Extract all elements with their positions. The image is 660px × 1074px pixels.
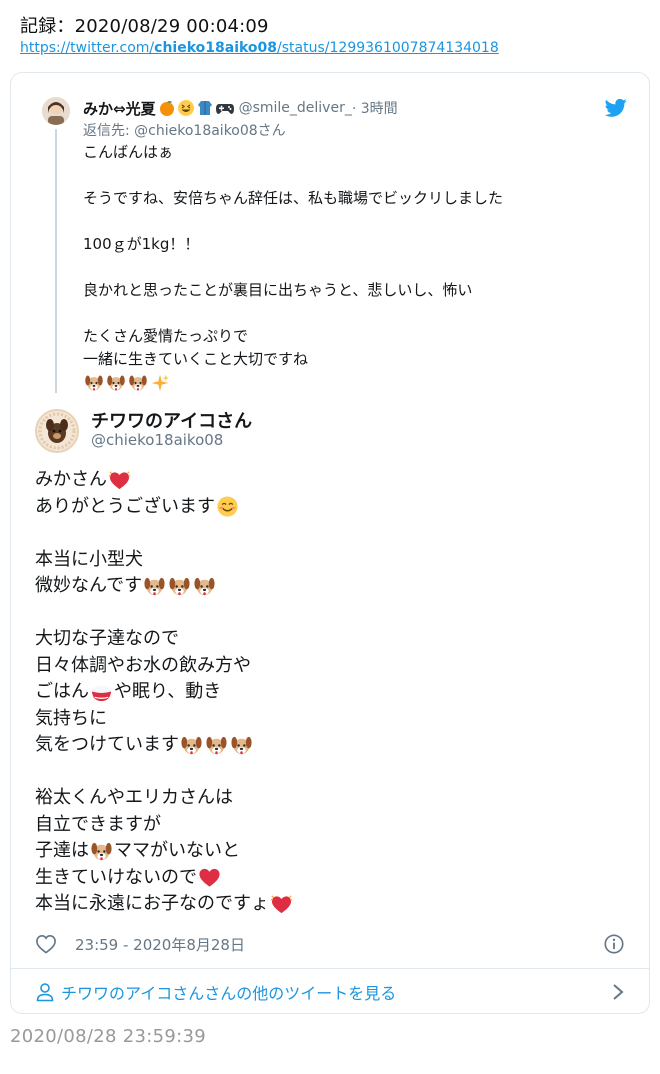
rice-bowl-emoji: [91, 685, 112, 701]
beating-heart-emoji: [270, 895, 293, 913]
line-text: 気持ちに: [35, 707, 107, 729]
dog-face-emoji: [231, 736, 252, 754]
line-text: 微妙なんです: [35, 575, 143, 596]
line-text: ありがとうございます: [35, 495, 215, 517]
dog-face-emoji: [107, 375, 125, 390]
embedded-tweet-card: みか⇔光夏 @smile_deliver_ · 3時間 返信先: @chieko…: [10, 72, 650, 1014]
info-icon[interactable]: [603, 933, 625, 955]
url-prefix: https://twitter.com/: [20, 40, 155, 56]
main-text-line: 生きていけないので: [35, 865, 635, 892]
card-divider: [11, 968, 649, 969]
dog-face-emoji: [91, 842, 112, 860]
main-avatar[interactable]: [35, 409, 79, 453]
line-text: 大切な子達なので: [35, 628, 179, 649]
twitter-bird-icon[interactable]: [605, 98, 627, 118]
beating-heart-emoji: [108, 471, 131, 489]
parent-text-line: こんばんはぁ: [83, 143, 174, 161]
record-label: 記録：2020/08/29 00:04:09: [20, 16, 269, 37]
game-controller-emoji: [215, 104, 234, 114]
parent-display-name[interactable]: みか⇔光夏: [83, 98, 156, 119]
parent-text-line: そうですね、安倍ちゃん辞任は、私も職場でビックリしました: [83, 189, 504, 207]
person-icon: [36, 983, 54, 1002]
dog-face-emoji: [169, 577, 190, 595]
parent-text-line: 良かれと思ったことが裏目に出ちゃうと、悲しいし、怖い: [83, 281, 473, 299]
main-text-line: 自立できますが: [35, 812, 635, 839]
parent-handle[interactable]: @smile_deliver_: [239, 100, 352, 116]
parent-avatar[interactable]: [42, 97, 70, 125]
dog-face-emoji: [206, 736, 227, 754]
parent-text-line: たくさん愛情たっぷりで: [83, 327, 249, 345]
red-heart-emoji: [199, 869, 220, 887]
dog-face-emoji: [194, 577, 215, 595]
url-suffix: /status/1299361007874134018: [277, 40, 499, 56]
line-text: 子達は: [35, 840, 89, 861]
main-text-line: 子達は ママがいないと: [35, 838, 635, 865]
footer-timestamp: 2020/08/28 23:59:39: [10, 1026, 207, 1047]
main-text-line: みかさん: [35, 467, 635, 494]
line-text: 気をつけています: [35, 734, 179, 755]
grinning-emoji: [177, 100, 194, 116]
orange-emoji: [159, 101, 174, 116]
sparkles-emoji: [151, 374, 170, 391]
url-user: chieko18aiko08: [154, 40, 278, 56]
parent-name-emojis: [158, 99, 235, 117]
main-handle[interactable]: @chieko18aiko08: [91, 431, 223, 449]
main-text-line: ありがとうございます: [35, 494, 635, 521]
reply-to-label[interactable]: 返信先: @chieko18aiko08さん: [83, 120, 286, 140]
dog-face-emoji: [85, 375, 103, 390]
main-text-line: 裕太くんやエリカさんは: [35, 785, 635, 812]
chevron-right-icon: [613, 984, 624, 1000]
line-text-after: や眠り、動き: [114, 681, 222, 702]
main-text-line: 気をつけています: [35, 732, 635, 759]
parent-emoji-line: [83, 371, 603, 394]
thread-line: [55, 129, 57, 393]
main-text-line: 本当に永遠にお子なのですょ: [35, 891, 635, 918]
parent-text-line: 一緒に生きていくこと大切ですね: [83, 350, 309, 368]
main-text-line: 大切な子達なので: [35, 626, 635, 653]
line-text: 生きていけないので: [35, 866, 197, 888]
parent-tweet-text: こんばんはぁそうですね、安倍ちゃん辞任は、私も職場でビックリしました 100ｇが1…: [83, 141, 603, 394]
jacket-emoji: [197, 101, 212, 115]
tweet-meta-row: 23:59 - 2020年8月28日: [35, 929, 627, 959]
more-tweets-label: チワワのアイコさんさんの他のツイートを見る: [61, 984, 397, 1003]
line-text: 本当に永遠にお子なのですょ: [35, 893, 269, 914]
tweet-url-link[interactable]: https://twitter.com/chieko18aiko08/statu…: [20, 40, 499, 56]
main-text-line: 本当に小型犬: [35, 547, 635, 574]
dog-face-emoji: [129, 375, 147, 390]
line-text: 裕太くんやエリカさんは: [35, 787, 233, 808]
more-tweets-link[interactable]: チワワのアイコさんさんの他のツイートを見る: [35, 977, 627, 1007]
main-text-line: 微妙なんです: [35, 573, 635, 600]
dog-face-emoji: [144, 577, 165, 595]
parent-header: みか⇔光夏 @smile_deliver_ · 3時間: [83, 97, 398, 119]
line-text-after: ママがいないと: [114, 840, 240, 861]
line-text: みかさん: [35, 469, 107, 490]
line-text: ごはん: [35, 681, 89, 702]
tweet-timestamp[interactable]: 23:59 - 2020年8月28日: [75, 934, 245, 955]
line-text: 自立できますが: [35, 813, 161, 835]
line-text: 日々体調やお水の飲み方や: [35, 654, 251, 676]
dog-face-emoji: [181, 736, 202, 754]
main-text-line: 日々体調やお水の飲み方や: [35, 653, 635, 680]
parent-time[interactable]: · 3時間: [352, 98, 398, 118]
smiling-face-emoji: [217, 496, 238, 517]
like-heart-icon[interactable]: [35, 934, 57, 954]
main-tweet-text: みかさんありがとうございます 本当に小型犬 微妙なんです大切な子達なので日々体調やお…: [35, 467, 635, 918]
main-text-line: 気持ちに: [35, 706, 635, 733]
line-text: 本当に小型犬: [35, 548, 143, 570]
parent-text-line: 100ｇが1kg！！: [83, 235, 200, 253]
main-text-line: ごはん や眠り、動き: [35, 679, 635, 706]
main-display-name[interactable]: チワワのアイコさん: [91, 407, 252, 433]
